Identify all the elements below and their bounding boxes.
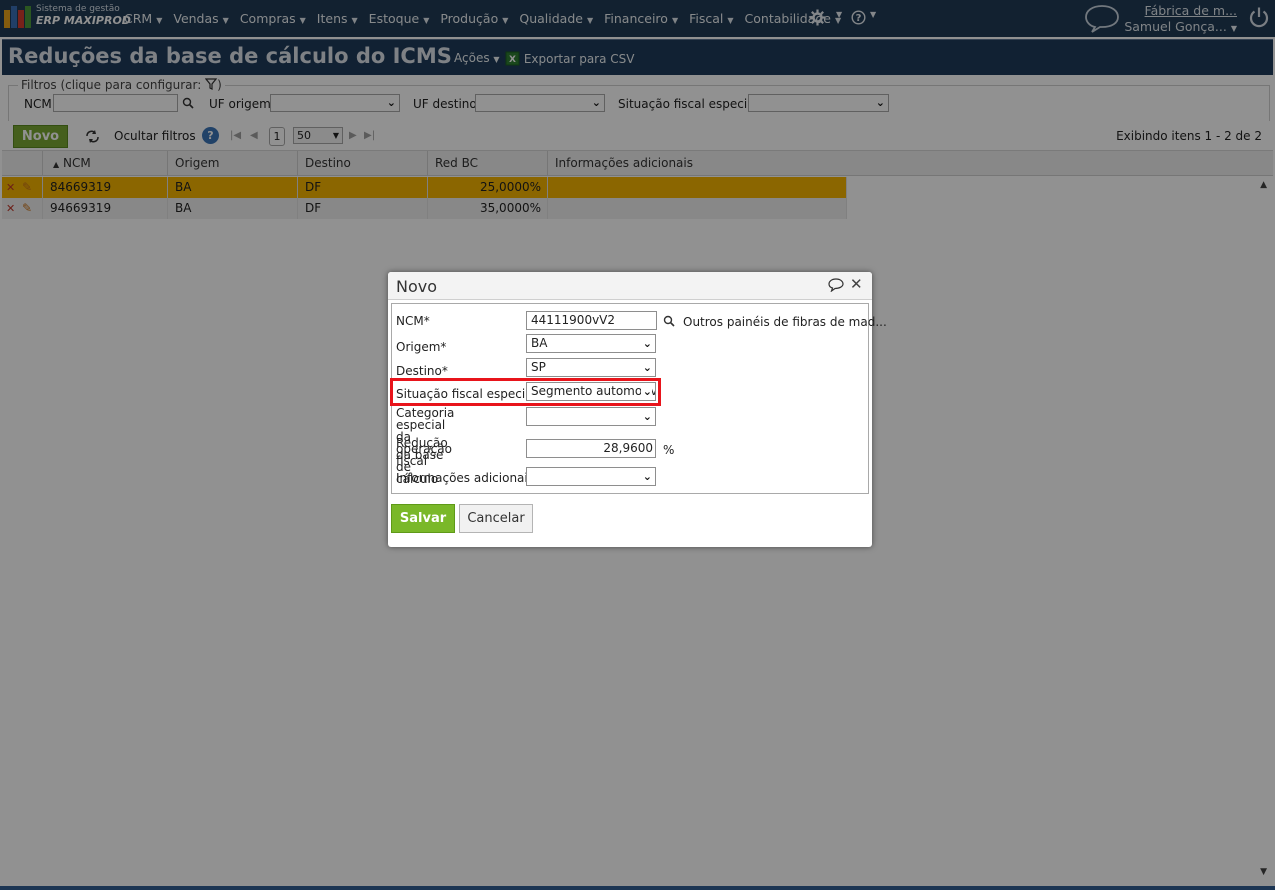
save-button[interactable]: Salvar: [391, 504, 455, 533]
ncm-input[interactable]: 44111900vV2: [526, 311, 657, 330]
info-label: Informações adicionais: [396, 471, 534, 485]
close-icon[interactable]: ✕: [850, 275, 863, 293]
comment-icon[interactable]: [828, 278, 844, 292]
categoria-select[interactable]: ⌄: [526, 407, 656, 426]
origem-value: BA: [531, 336, 548, 350]
ncm-description: Outros painéis de fibras de mad...: [683, 315, 887, 329]
reducao-input[interactable]: 28,9600: [526, 439, 656, 458]
bottom-border: [0, 886, 1275, 890]
ncm-label: NCM*: [396, 314, 430, 328]
info-select[interactable]: ⌄: [526, 467, 656, 486]
search-icon[interactable]: [663, 315, 675, 327]
dialog-title: Novo: [396, 277, 438, 296]
percent-sign: %: [663, 443, 675, 457]
chevron-down-icon: ⌄: [640, 408, 652, 425]
dialog-header: Novo ✕: [388, 272, 872, 300]
destino-label: Destino*: [396, 364, 448, 378]
reducao-label-line1: Redução da base de: [396, 436, 448, 474]
origem-label: Origem*: [396, 340, 447, 354]
destino-value: SP: [531, 360, 546, 374]
destino-select[interactable]: SP ⌄: [526, 358, 656, 377]
chevron-down-icon: ⌄: [640, 335, 652, 352]
chevron-down-icon: ⌄: [640, 359, 652, 376]
chevron-down-icon: ⌄: [640, 468, 652, 485]
origem-select[interactable]: BA ⌄: [526, 334, 656, 353]
cancel-button[interactable]: Cancelar: [459, 504, 533, 533]
highlight-box: [390, 378, 661, 406]
